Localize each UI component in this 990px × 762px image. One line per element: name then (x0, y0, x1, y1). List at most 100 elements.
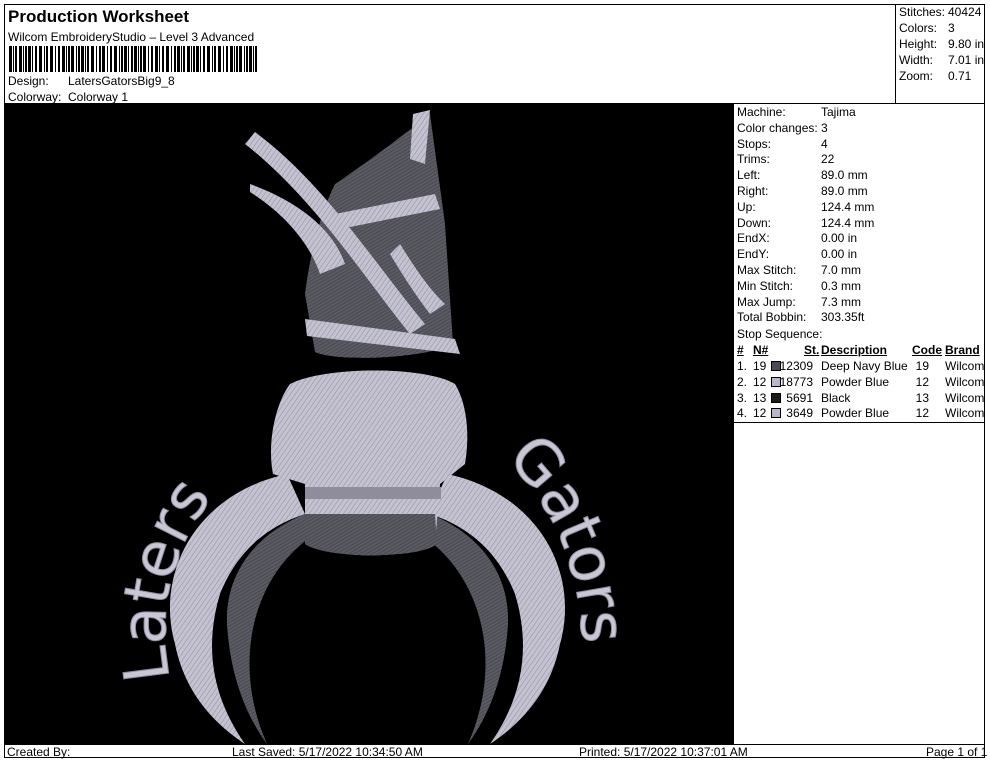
stat-colors: Colors: 3 (899, 21, 955, 35)
barcode-bar (181, 46, 182, 72)
barcode-bar (244, 46, 245, 72)
software-name: Wilcom EmbroideryStudio – Level 3 Advanc… (8, 30, 255, 44)
barcode-bar (23, 46, 24, 72)
barcode-bar (166, 46, 169, 72)
barcode-bar (134, 46, 137, 72)
barcode (9, 46, 257, 72)
barcode-bar (68, 46, 70, 72)
machine-info-label: Min Stitch: (737, 278, 794, 293)
design-stats: Stitches: 40424 Colors: 3 Height: 9.80 in W… (895, 4, 985, 104)
machine-info-value: 89.0 mm (821, 184, 868, 198)
barcode-bar (148, 46, 149, 72)
thread-color-swatch (771, 408, 781, 419)
design-label: Design: (8, 74, 49, 88)
machine-info-row: Total Bobbin: 303.35ft (737, 310, 864, 324)
barcode-bar (151, 46, 153, 72)
barcode-bar (107, 46, 108, 72)
machine-info-value: 4 (821, 136, 828, 151)
barcode-bar (39, 46, 42, 72)
barcode-bar (234, 46, 235, 72)
thread-description: Powder Blue (821, 406, 890, 421)
barcode-bar (13, 46, 14, 72)
thread-brand: Wilcom (945, 406, 985, 421)
machine-info-value: 0.00 in (821, 231, 858, 246)
barcode-bar (128, 46, 129, 72)
machine-info-value: 0.3 mm (821, 278, 862, 293)
barcode-bar (230, 46, 233, 72)
barcode-bar (159, 46, 160, 72)
machine-info-panel: Machine: Tajima Color changes: 3 Stops: 4 Trim… (733, 104, 985, 745)
barcode-bar (223, 46, 224, 72)
machine-info-label: Left: (737, 168, 761, 183)
needle-number: 12 (753, 406, 767, 421)
barcode-bar (187, 46, 190, 72)
machine-info-label: Trims: (737, 152, 770, 167)
needle-number: 12 (753, 374, 767, 389)
worksheet-title: Production Worksheet (8, 7, 190, 26)
barcode-bar (81, 46, 84, 72)
barcode-bar (9, 46, 12, 72)
barcode-bar (78, 46, 80, 72)
machine-info-value: 7.3 mm (821, 294, 862, 309)
machine-info-row: Right: 89.0 mm (737, 184, 868, 198)
barcode-bar (35, 46, 37, 72)
barcode-bar (44, 46, 45, 72)
colorway-name: Colorway 1 (68, 90, 129, 104)
stat-height: Height: 9.80 in (899, 37, 985, 51)
barcode-bar (143, 46, 146, 72)
row-index: 2. (737, 374, 748, 389)
machine-info-row: Up: 124.4 mm (737, 200, 874, 214)
machine-info-row: Max Jump: 7.3 mm (737, 295, 861, 309)
worksheet-header: Production Worksheet Wilcom EmbroiderySt… (4, 4, 896, 104)
machine-info-label: Down: (737, 215, 772, 230)
last-saved: Last Saved: 5/17/2022 10:34:50 AM (232, 745, 423, 759)
barcode-bar (71, 46, 74, 72)
knuckles (305, 514, 437, 556)
machine-info-label: EndY: (737, 247, 770, 262)
barcode-bar (218, 46, 221, 72)
machine-info-row: Stops: 4 (737, 137, 828, 151)
barcode-bar (183, 46, 185, 72)
worksheet-footer: Created By: Last Saved: 5/17/2022 10:34:… (4, 744, 987, 759)
machine-info-row: Machine: Tajima (737, 105, 856, 119)
colorway-row: Colorway: Colorway 1 (8, 90, 128, 104)
thread-brand: Wilcom (945, 390, 985, 405)
machine-info-value: 303.35ft (821, 310, 865, 325)
machine-info-label: Max Stitch: (737, 263, 797, 277)
barcode-bar (203, 46, 205, 72)
machine-info-label: Stops: (737, 136, 772, 151)
thread-code: 12 (915, 406, 929, 421)
thread-brand: Wilcom (945, 374, 985, 389)
stop-sequence-header: # N# St. Description Code Brand (737, 343, 980, 357)
machine-info-row: Min Stitch: 0.3 mm (737, 279, 861, 293)
stop-sequence-row: 3. 13 5691 Black 13 Wilcom (737, 390, 985, 406)
colorway-label: Colorway: (8, 90, 62, 104)
barcode-bar (236, 46, 238, 72)
barcode-bar (214, 46, 216, 72)
barcode-bar (212, 46, 213, 72)
barcode-bar (62, 46, 65, 72)
barcode-bar (58, 46, 60, 72)
created-by: Created By: (7, 745, 71, 759)
barcode-bar (76, 46, 77, 72)
barcode-bar (162, 46, 164, 72)
barcode-bar (87, 46, 89, 72)
thread-code: 19 (915, 359, 929, 373)
barcode-bar (171, 46, 172, 72)
stat-width: Width: 7.01 in (899, 53, 985, 67)
machine-info-label: Color changes: (737, 120, 818, 135)
machine-info-row: Left: 89.0 mm (737, 168, 868, 182)
machine-info-label: EndX: (737, 231, 770, 246)
barcode-bar (177, 46, 180, 72)
design-name: LatersGatorsBig9_8 (68, 74, 175, 88)
machine-info-label: Max Jump: (737, 294, 796, 309)
machine-info-row: Trims: 22 (737, 152, 834, 166)
needle-number: 19 (753, 359, 767, 373)
machine-info-value: 124.4 mm (821, 199, 875, 214)
barcode-bar (102, 46, 105, 72)
barcode-bar (85, 46, 86, 72)
row-index: 3. (737, 390, 748, 405)
machine-info-value: 7.0 mm (821, 263, 862, 277)
stop-sequence-row: 1. 19 12309 Deep Navy Blue 19 Wilcom (737, 359, 984, 374)
barcode-bar (19, 46, 22, 72)
